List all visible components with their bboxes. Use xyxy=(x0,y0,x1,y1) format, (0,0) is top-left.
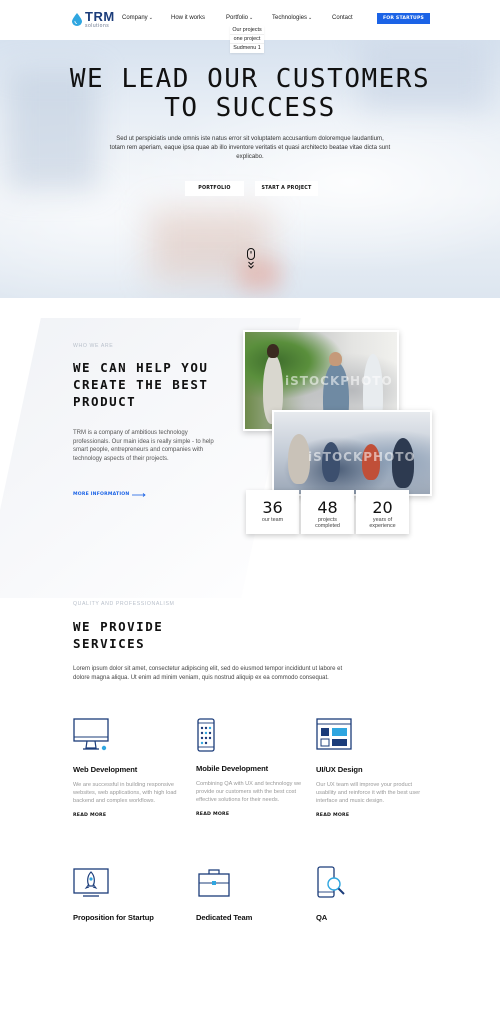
portfolio-dropdown: Our projects one project Sudmenu 1 xyxy=(230,26,264,53)
monitor-icon xyxy=(73,718,109,751)
dropdown-item-our-projects[interactable]: Our projects xyxy=(230,26,264,36)
arrow-right-icon xyxy=(132,492,147,497)
service-qa: QA xyxy=(316,866,432,922)
services-title-line-2: SERVICES xyxy=(73,635,146,651)
stat-value: 48 xyxy=(317,498,338,517)
stat-label: years of experience xyxy=(369,517,396,529)
services-description: Lorem ipsum dolor sit amet, consectetur … xyxy=(73,666,343,681)
service-description: Combining QA with UX and technology we p… xyxy=(196,781,302,804)
mobile-icon xyxy=(197,718,215,752)
read-more-link[interactable]: READ MORE xyxy=(316,813,432,818)
who-title: WE CAN HELP YOU CREATE THE BEST PRODUCT xyxy=(73,360,208,411)
scroll-down-icon[interactable] xyxy=(246,248,256,270)
chevron-down-icon: ⌄ xyxy=(148,15,153,21)
watermark-text-1: iSTOCKPHOTO xyxy=(285,374,393,388)
stat-value: 20 xyxy=(372,498,393,517)
read-more-link[interactable]: READ MORE xyxy=(73,813,189,818)
services-title: WE PROVIDE SERVICES xyxy=(73,619,163,653)
service-description: Our UX team will improve your product us… xyxy=(316,782,421,805)
who-title-line-3: PRODUCT xyxy=(73,393,137,409)
watermark-text-2: iSTOCKPHOTO xyxy=(308,450,416,464)
stat-value: 36 xyxy=(262,498,283,517)
read-more-link[interactable]: READ MORE xyxy=(196,812,312,817)
dropdown-item-one-project[interactable]: one project xyxy=(230,35,264,45)
service-description: We are successful in building responsive… xyxy=(73,782,177,805)
stat-card-experience: 20 years of experience xyxy=(356,490,409,534)
services-eyebrow: QUALITY AND PROFESSIONALISM xyxy=(73,601,175,607)
service-title: QA xyxy=(316,913,328,922)
nav-item-contact[interactable]: Contact xyxy=(332,15,353,21)
service-mobile-development: Mobile Development Combining QA with UX … xyxy=(196,718,312,817)
service-title: UI/UX Design xyxy=(316,765,363,774)
team-photo-2: iSTOCKPHOTO xyxy=(272,410,432,496)
nav-item-portfolio[interactable]: Portfolio⌄ xyxy=(226,15,253,21)
who-title-line-1: WE CAN HELP YOU xyxy=(73,360,209,375)
stat-card-team: 36 our team xyxy=(246,490,299,534)
chevron-down-icon: ⌄ xyxy=(249,15,254,21)
for-startups-button[interactable]: FOR STARTUPS xyxy=(377,13,430,24)
nav-item-how-it-works[interactable]: How it works xyxy=(171,15,205,21)
ui-layout-icon xyxy=(316,718,352,750)
more-information-label: MORE INFORMATION xyxy=(73,492,130,497)
portfolio-button[interactable]: PORTFOLIO xyxy=(185,181,244,196)
rocket-icon xyxy=(73,868,109,897)
chevron-down-icon: ⌄ xyxy=(308,15,313,21)
who-eyebrow: WHO WE ARE xyxy=(73,343,114,349)
more-information-link[interactable]: MORE INFORMATION xyxy=(73,492,147,497)
logo-title: TRM xyxy=(85,9,115,24)
stat-label: projects completed xyxy=(315,517,340,529)
service-title: Web Development xyxy=(73,765,138,774)
stat-card-projects: 48 projects completed xyxy=(301,490,354,534)
who-description: TRM is a company of ambitious technology… xyxy=(73,430,214,463)
service-title: Mobile Development xyxy=(196,764,269,773)
service-title: Dedicated Team xyxy=(196,913,253,922)
magnifier-phone-icon xyxy=(317,866,345,898)
start-project-button[interactable]: START A PROJECT xyxy=(255,181,318,196)
dropdown-item-submenu[interactable]: Sudmenu 1 xyxy=(230,44,264,52)
logo[interactable]: TRM solutions xyxy=(72,10,115,29)
water-drop-icon xyxy=(72,13,82,26)
hero-section: WE LEAD OUR CUSTOMERS TO SUCCESS Sed ut … xyxy=(0,40,500,298)
service-web-development: Web Development We are successful in bui… xyxy=(73,718,189,818)
hero-subtitle: Sed ut perspiciatis unde omnis iste natu… xyxy=(109,135,391,160)
briefcase-icon xyxy=(198,869,230,897)
service-ui-ux-design: UI/UX Design Our UX team will improve yo… xyxy=(316,718,432,818)
stat-label: our team xyxy=(261,517,284,523)
hero-title-line-1: WE LEAD OUR CUSTOMERS xyxy=(69,64,431,94)
nav-item-technologies[interactable]: Technologies⌄ xyxy=(272,15,312,21)
services-title-line-1: WE PROVIDE xyxy=(73,619,164,634)
hero-title: WE LEAD OUR CUSTOMERS TO SUCCESS xyxy=(0,64,500,124)
hero-title-line-2: TO SUCCESS xyxy=(164,93,336,124)
logo-subtitle: solutions xyxy=(85,23,110,29)
who-title-line-2: CREATE THE BEST xyxy=(73,376,209,392)
service-title: Proposition for Startup xyxy=(73,913,154,922)
service-proposition-startup: Proposition for Startup xyxy=(73,866,189,922)
service-dedicated-team: Dedicated Team xyxy=(196,866,312,922)
nav-item-company[interactable]: Company⌄ xyxy=(122,15,153,21)
